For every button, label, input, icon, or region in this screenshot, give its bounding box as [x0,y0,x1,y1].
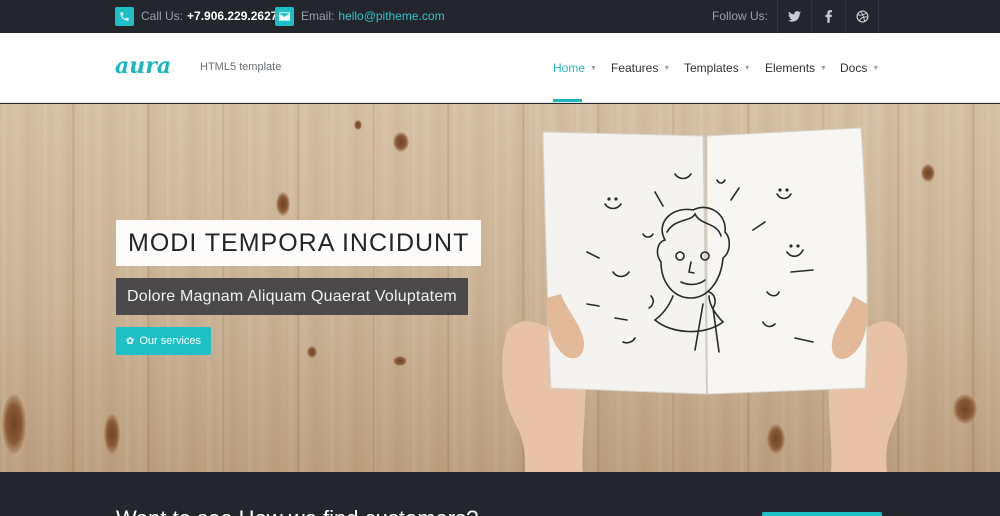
site-header: aura HTML5 template Home ▼ Features ▼ Temp… [0,33,1000,103]
our-services-button[interactable]: ✿ Our services [116,327,211,355]
hero-illustration [502,127,908,472]
dribbble-icon [855,10,869,23]
hero-banner: MODI TEMPORA INCIDUNT Dolore Magnam Aliq… [0,104,1000,472]
chevron-down-icon: ▼ [743,64,751,72]
wood-knot [2,394,26,454]
nav-docs-label: Docs [840,61,868,75]
nav-elements[interactable]: Elements ▼ [765,61,827,75]
gear-icon: ✿ [125,335,135,347]
our-services-label: Our services [139,335,202,347]
wood-knot [104,414,120,454]
nav-features[interactable]: Features ▼ [611,61,670,75]
cta-band: Want to see How we find customers? [0,472,1000,516]
chevron-down-icon: ▼ [820,64,827,72]
facebook-link[interactable] [811,0,845,33]
band-heading: Want to see How we find customers? [116,506,478,516]
phone-contact: Call Us: +7.906.229.2627 [115,6,277,26]
phone-label: Call Us: [141,9,184,23]
dribbble-link[interactable] [845,0,879,33]
svg-text:aura: aura [115,53,171,79]
hero-subheadline: Dolore Magnam Aliquam Quaerat Voluptatem [116,278,468,315]
band-button[interactable] [762,512,882,516]
wood-knot [276,192,290,216]
email-label: Email: [301,9,335,23]
twitter-icon [788,11,801,22]
wood-knot [953,394,977,424]
active-nav-indicator [553,99,582,102]
mail-icon [275,6,294,26]
tagline: HTML5 template [200,61,282,73]
nav-templates[interactable]: Templates ▼ [684,61,751,75]
phone-icon [115,6,134,26]
email-contact: Email: hello@pitheme.com [275,6,445,26]
chevron-down-icon: ▼ [663,64,671,72]
wood-knot [921,164,935,182]
hero-headline: MODI TEMPORA INCIDUNT [116,220,482,266]
top-bar: Call Us: +7.906.229.2627 Email: hello@pi… [0,0,1000,33]
facebook-icon [825,10,832,23]
wood-knot [393,132,409,152]
email-link[interactable]: hello@pitheme.com [338,9,444,23]
twitter-link[interactable] [777,0,811,33]
wood-knot [307,346,317,358]
nav-elements-label: Elements [765,61,816,75]
phone-number[interactable]: +7.906.229.2627 [187,9,277,23]
chevron-down-icon: ▼ [872,64,880,72]
wood-knot [354,120,362,130]
nav-home[interactable]: Home ▼ [553,61,597,75]
nav-docs[interactable]: Docs ▼ [840,61,879,75]
aura-logo[interactable]: aura [115,53,187,81]
nav-templates-label: Templates [684,61,739,75]
nav-features-label: Features [611,61,659,75]
wood-knot [393,356,407,366]
chevron-down-icon: ▼ [590,64,597,72]
nav-home-label: Home [553,61,586,75]
follow-us-label: Follow Us: [712,9,769,23]
